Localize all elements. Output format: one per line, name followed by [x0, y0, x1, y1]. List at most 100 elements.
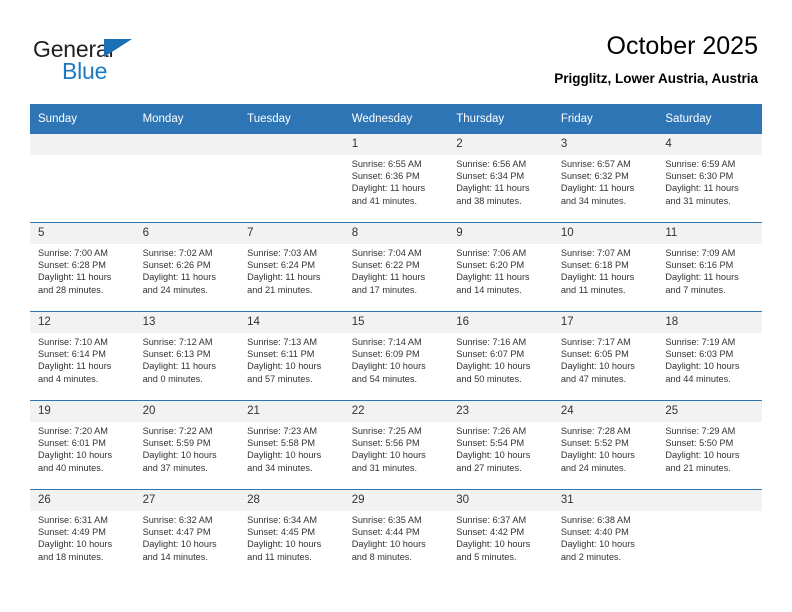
- daylight-text-line1: Daylight: 10 hours: [560, 539, 635, 550]
- day-info: Sunrise: 6:56 AM Sunset: 6:34 PM Dayligh…: [448, 155, 553, 207]
- sunset-text: Sunset: 6:26 PM: [142, 260, 211, 271]
- daylight-text-line2: and 31 minutes.: [351, 462, 418, 473]
- day-cell[interactable]: 5 Sunrise: 7:00 AM Sunset: 6:28 PM Dayli…: [30, 222, 135, 312]
- day-cell[interactable]: 8 Sunrise: 7:04 AM Sunset: 6:22 PM Dayli…: [343, 222, 449, 312]
- sunset-text: Sunset: 6:05 PM: [560, 349, 629, 360]
- sunset-text: Sunset: 5:59 PM: [142, 438, 211, 449]
- calendar-grid: Sunday Monday Tuesday Wednesday Thursday…: [30, 104, 762, 578]
- day-cell[interactable]: 23 Sunrise: 7:26 AM Sunset: 5:54 PM Dayl…: [448, 400, 553, 490]
- daylight-text-line1: Daylight: 11 hours: [38, 272, 112, 283]
- day-info: Sunrise: 7:13 AM Sunset: 6:11 PM Dayligh…: [239, 333, 344, 385]
- day-number: 7: [239, 223, 344, 244]
- sunset-text: Sunset: 6:13 PM: [142, 349, 211, 360]
- sunrise-text: Sunrise: 7:09 AM: [665, 248, 736, 258]
- day-number: 10: [552, 223, 658, 244]
- sunrise-text: Sunrise: 7:04 AM: [351, 248, 422, 258]
- sunrise-text: Sunrise: 6:55 AM: [351, 159, 422, 169]
- day-info: Sunrise: 7:14 AM Sunset: 6:09 PM Dayligh…: [344, 333, 449, 385]
- daylight-text-line2: and 11 minutes.: [247, 551, 312, 562]
- day-cell[interactable]: 11 Sunrise: 7:09 AM Sunset: 6:16 PM Dayl…: [657, 222, 762, 312]
- day-info: Sunrise: 7:09 AM Sunset: 6:16 PM Dayligh…: [657, 244, 762, 296]
- day-cell[interactable]: 4 Sunrise: 6:59 AM Sunset: 6:30 PM Dayli…: [657, 134, 762, 223]
- column-header-tuesday: Tuesday: [239, 104, 344, 134]
- sunrise-text: Sunrise: 7:03 AM: [247, 248, 318, 258]
- day-cell[interactable]: 26 Sunrise: 6:31 AM Sunset: 4:49 PM Dayl…: [30, 489, 135, 578]
- calendar-table: Sunday Monday Tuesday Wednesday Thursday…: [30, 104, 762, 578]
- day-cell[interactable]: 22 Sunrise: 7:25 AM Sunset: 5:56 PM Dayl…: [343, 400, 449, 490]
- sunset-text: Sunset: 5:52 PM: [560, 438, 629, 449]
- sunrise-text: Sunrise: 7:14 AM: [351, 337, 422, 347]
- day-cell[interactable]: 28 Sunrise: 6:34 AM Sunset: 4:45 PM Dayl…: [239, 489, 344, 578]
- day-cell[interactable]: 31 Sunrise: 6:38 AM Sunset: 4:40 PM Dayl…: [552, 489, 658, 578]
- day-cell[interactable]: 17 Sunrise: 7:17 AM Sunset: 6:05 PM Dayl…: [552, 311, 658, 401]
- sunset-text: Sunset: 6:34 PM: [456, 171, 525, 182]
- day-cell[interactable]: 10 Sunrise: 7:07 AM Sunset: 6:18 PM Dayl…: [552, 222, 658, 312]
- day-cell[interactable]: 24 Sunrise: 7:28 AM Sunset: 5:52 PM Dayl…: [552, 400, 658, 490]
- daylight-text-line2: and 28 minutes.: [38, 284, 104, 295]
- day-info: Sunrise: 6:37 AM Sunset: 4:42 PM Dayligh…: [448, 511, 553, 563]
- day-cell[interactable]: 14 Sunrise: 7:13 AM Sunset: 6:11 PM Dayl…: [239, 311, 344, 401]
- day-number: [134, 134, 240, 155]
- sunset-text: Sunset: 6:07 PM: [456, 349, 525, 360]
- daylight-text-line1: Daylight: 10 hours: [38, 450, 113, 461]
- day-cell[interactable]: 19 Sunrise: 7:20 AM Sunset: 6:01 PM Dayl…: [30, 400, 135, 490]
- generalblue-logo[interactable]: General Blue: [33, 36, 233, 88]
- column-header-thursday: Thursday: [448, 104, 553, 134]
- day-info: Sunrise: 6:34 AM Sunset: 4:45 PM Dayligh…: [239, 511, 344, 563]
- day-cell[interactable]: 18 Sunrise: 7:19 AM Sunset: 6:03 PM Dayl…: [657, 311, 762, 401]
- day-info: Sunrise: 7:28 AM Sunset: 5:52 PM Dayligh…: [553, 422, 658, 474]
- day-cell[interactable]: 25 Sunrise: 7:29 AM Sunset: 5:50 PM Dayl…: [657, 400, 762, 490]
- day-info: Sunrise: 6:35 AM Sunset: 4:44 PM Dayligh…: [344, 511, 449, 563]
- day-number: 6: [134, 223, 240, 244]
- day-cell[interactable]: 12 Sunrise: 7:10 AM Sunset: 6:14 PM Dayl…: [30, 311, 135, 401]
- day-info: Sunrise: 7:19 AM Sunset: 6:03 PM Dayligh…: [657, 333, 762, 385]
- daylight-text-line1: Daylight: 10 hours: [247, 361, 322, 372]
- daylight-text-line1: Daylight: 11 hours: [560, 183, 635, 194]
- day-cell[interactable]: 9 Sunrise: 7:06 AM Sunset: 6:20 PM Dayli…: [448, 222, 553, 312]
- day-info: Sunrise: 6:59 AM Sunset: 6:30 PM Dayligh…: [657, 155, 762, 207]
- day-info: Sunrise: 7:02 AM Sunset: 6:26 PM Dayligh…: [135, 244, 240, 296]
- day-info: Sunrise: 6:55 AM Sunset: 6:36 PM Dayligh…: [344, 155, 449, 207]
- column-header-saturday: Saturday: [657, 104, 762, 134]
- sunrise-text: Sunrise: 6:38 AM: [560, 515, 631, 525]
- day-cell[interactable]: 20 Sunrise: 7:22 AM Sunset: 5:59 PM Dayl…: [134, 400, 240, 490]
- daylight-text-line2: and 0 minutes.: [142, 373, 203, 384]
- day-cell[interactable]: 16 Sunrise: 7:16 AM Sunset: 6:07 PM Dayl…: [448, 311, 553, 401]
- daylight-text-line1: Daylight: 10 hours: [351, 361, 426, 372]
- daylight-text-line2: and 21 minutes.: [247, 284, 313, 295]
- sunset-text: Sunset: 6:01 PM: [38, 438, 106, 449]
- day-number: 24: [552, 401, 658, 422]
- day-info: Sunrise: 7:22 AM Sunset: 5:59 PM Dayligh…: [135, 422, 240, 474]
- day-cell[interactable]: 3 Sunrise: 6:57 AM Sunset: 6:32 PM Dayli…: [552, 134, 658, 223]
- day-cell[interactable]: 1 Sunrise: 6:55 AM Sunset: 6:36 PM Dayli…: [343, 134, 449, 223]
- day-info: Sunrise: 7:20 AM Sunset: 6:01 PM Dayligh…: [30, 422, 135, 474]
- day-number: 1: [343, 134, 449, 155]
- day-cell[interactable]: 13 Sunrise: 7:12 AM Sunset: 6:13 PM Dayl…: [134, 311, 240, 401]
- day-cell[interactable]: 29 Sunrise: 6:35 AM Sunset: 4:44 PM Dayl…: [343, 489, 449, 578]
- daylight-text-line2: and 14 minutes.: [456, 284, 522, 295]
- sunrise-text: Sunrise: 7:17 AM: [560, 337, 631, 347]
- daylight-text-line2: and 11 minutes.: [560, 284, 626, 295]
- sunrise-text: Sunrise: 7:00 AM: [38, 248, 108, 258]
- daylight-text-line1: Daylight: 10 hours: [142, 539, 217, 550]
- day-cell[interactable]: 6 Sunrise: 7:02 AM Sunset: 6:26 PM Dayli…: [134, 222, 240, 312]
- day-cell[interactable]: 30 Sunrise: 6:37 AM Sunset: 4:42 PM Dayl…: [448, 489, 553, 578]
- daylight-text-line2: and 2 minutes.: [560, 551, 622, 562]
- sunset-text: Sunset: 4:49 PM: [38, 527, 106, 538]
- day-cell[interactable]: 15 Sunrise: 7:14 AM Sunset: 6:09 PM Dayl…: [343, 311, 449, 401]
- day-number: 26: [30, 490, 135, 511]
- sunset-text: Sunset: 4:40 PM: [560, 527, 629, 538]
- day-cell[interactable]: 21 Sunrise: 7:23 AM Sunset: 5:58 PM Dayl…: [239, 400, 344, 490]
- day-number: 12: [30, 312, 135, 333]
- daylight-text-line2: and 24 minutes.: [142, 284, 208, 295]
- day-cell[interactable]: 2 Sunrise: 6:56 AM Sunset: 6:34 PM Dayli…: [448, 134, 553, 223]
- daylight-text-line1: Daylight: 10 hours: [351, 450, 426, 461]
- masthead: General Blue October 2025 Prigglitz, Low…: [0, 0, 792, 104]
- day-number: 17: [552, 312, 658, 333]
- daylight-text-line2: and 24 minutes.: [560, 462, 627, 473]
- day-cell[interactable]: 27 Sunrise: 6:32 AM Sunset: 4:47 PM Dayl…: [134, 489, 240, 578]
- day-cell[interactable]: 7 Sunrise: 7:03 AM Sunset: 6:24 PM Dayli…: [239, 222, 344, 312]
- day-number: 5: [30, 223, 135, 244]
- daylight-text-line2: and 41 minutes.: [351, 195, 418, 206]
- day-number: 9: [448, 223, 553, 244]
